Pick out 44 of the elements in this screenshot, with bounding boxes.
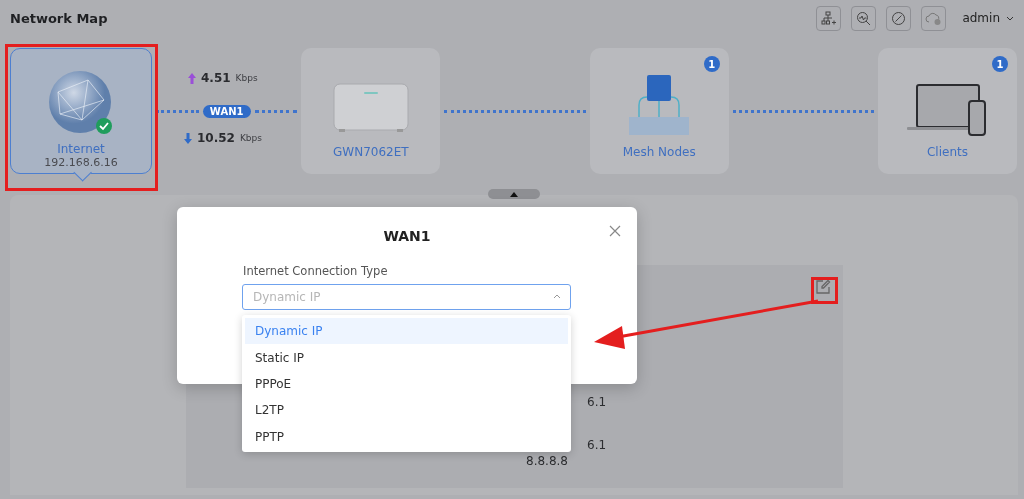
page-title: Network Map [10,10,109,26]
device-label: Clients [927,145,968,159]
info-value: 6.1 [587,395,607,409]
highlight-frame [811,277,838,304]
device-card[interactable]: 1 Mesh Nodes [589,48,729,174]
triangle-up-icon [510,191,518,197]
edit-icon [815,279,831,295]
info-value: 6.1 [587,438,607,452]
count-badge: 1 [703,56,720,72]
diagnose-button[interactable] [851,5,877,31]
edit-button[interactable] [815,279,831,295]
dropdown-option[interactable]: PPPoE [245,370,568,398]
dialog-title: WAN1 [383,228,431,244]
dropdown-option[interactable]: Static IP [245,344,568,371]
upload-speed: 4.51 [201,71,231,85]
field-label: Internet Connection Type [243,264,389,278]
close-icon [609,225,621,237]
device-label: Mesh Nodes [622,145,696,159]
chevron-up-icon [553,294,561,299]
globe-icon [48,70,114,136]
count-badge: 1 [992,56,1008,72]
device-label: Internet [57,142,105,156]
collapse-handle[interactable] [488,189,540,199]
download-arrow-icon [184,132,192,144]
topology-icon [821,10,837,26]
speed-unit: Kbps [239,133,262,143]
dropdown-option[interactable]: PPTP [245,423,568,450]
user-menu[interactable]: admin [962,11,1014,25]
dropdown-option[interactable]: L2TP [245,397,568,424]
upload-arrow-icon [188,72,196,84]
port-badge: WAN1 [202,104,251,118]
dropdown-option[interactable]: Dynamic IP [245,318,568,345]
topology-button[interactable] [816,5,842,31]
device-card[interactable]: 1 Clients [878,48,1017,174]
info-value: 8.8.8.8 [526,454,568,468]
device-label: GWN7062ET [333,145,409,159]
connection-type-select[interactable]: Dynamic IP [242,284,571,310]
cloud-icon [925,10,943,26]
search-pulse-icon [856,10,872,26]
download-speed: 10.52 [197,131,235,145]
router-icon [332,83,409,133]
chevron-down-icon [1006,15,1014,21]
speed-unit: Kbps [235,73,258,83]
ip-address: 192.168.6.16 [44,156,118,169]
